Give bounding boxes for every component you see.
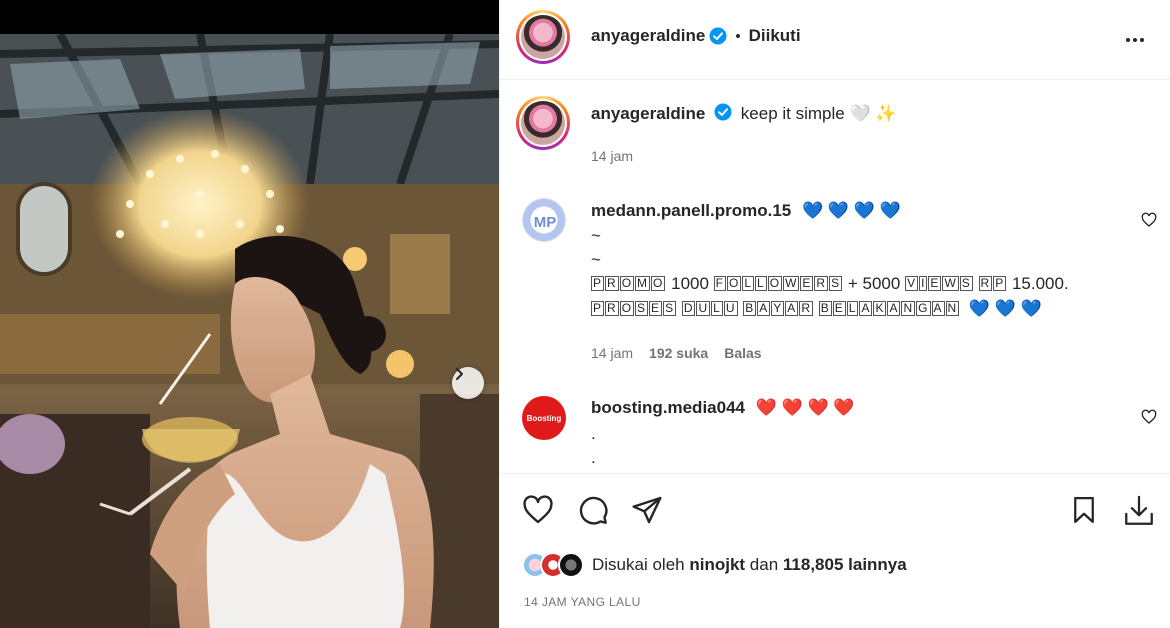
boxed-word: FOLLOWERS — [713, 276, 843, 291]
caption-time: 14 jam — [591, 148, 634, 164]
separator-dot: • — [735, 27, 741, 45]
caption-author-username[interactable]: anyageraldine — [591, 104, 705, 123]
comment-time: 14 jam — [591, 345, 634, 361]
bookmark-icon[interactable] — [1069, 494, 1099, 526]
post-media — [0, 0, 499, 628]
comments-list[interactable]: anyageraldine keep it simple 🤍 ✨ 14 jam … — [500, 81, 1170, 473]
likes-text: Disukai oleh nino​jkt dan 118,805 lainny… — [592, 555, 907, 575]
commenter-avatar[interactable]: MP — [522, 198, 566, 242]
svg-text:MP: MP — [534, 214, 557, 231]
likes-count[interactable]: 118,805 lainnya — [783, 555, 907, 574]
likes-prefix: Disukai oleh — [592, 555, 685, 574]
comment-hearts: ❤️ ❤️ ❤️ ❤️ — [755, 398, 855, 417]
download-icon[interactable] — [1122, 494, 1156, 528]
comment-line: ~ — [591, 250, 601, 269]
more-options-icon[interactable] — [1123, 28, 1147, 52]
boxed-word: BELAKANGAN — [818, 301, 960, 316]
comment-likes[interactable]: 192 suka — [649, 345, 708, 361]
comment-like-heart-icon[interactable] — [1141, 409, 1157, 425]
commenter-logo-text: Boosting — [526, 413, 562, 423]
liker-avatar[interactable] — [558, 552, 584, 578]
comment-header: medann.panell.promo.15 💙 💙 💙 💙 — [591, 199, 901, 223]
comment-icon[interactable] — [577, 494, 609, 526]
reply-button[interactable]: Balas — [724, 345, 761, 361]
boxed-word: PROMO — [591, 276, 666, 291]
author-avatar[interactable] — [516, 10, 570, 64]
post-timestamp[interactable]: 14 JAM YANG LALU — [524, 595, 641, 609]
following-button[interactable]: Diikuti — [749, 26, 801, 46]
caption: anyageraldine keep it simple 🤍 ✨ — [591, 102, 897, 126]
verified-badge-icon — [714, 103, 732, 121]
boxed-word: RP — [978, 276, 1007, 291]
post-actions: Disukai oleh nino​jkt dan 118,805 lainny… — [500, 473, 1170, 628]
post-header: anyageraldine • Diikuti — [500, 0, 1170, 80]
comment-line: . — [591, 448, 596, 467]
share-icon[interactable] — [631, 494, 663, 526]
boxed-word: PROSES — [591, 301, 677, 316]
boxed-word: DULU — [681, 301, 738, 316]
commenter-username[interactable]: boosting.media044 — [591, 398, 745, 417]
comment-hearts: 💙 💙 💙 💙 — [802, 201, 901, 220]
next-media-button[interactable] — [452, 367, 484, 399]
chevron-right-icon — [456, 368, 463, 380]
comment-like-heart-icon[interactable] — [1141, 212, 1157, 228]
commenter-username[interactable]: medann.panell.promo.15 — [591, 201, 791, 220]
comment-hearts: 💙 💙 💙 — [968, 299, 1042, 318]
likes-joiner: dan — [749, 555, 779, 574]
comment-header: boosting.media044 ❤️ ❤️ ❤️ ❤️ — [591, 396, 855, 420]
comment-line: ~ — [591, 226, 601, 245]
boxed-word: BAYAR — [743, 301, 813, 316]
post-photo — [0, 34, 499, 628]
photo-illustration — [0, 34, 499, 628]
comment-text: 1000 — [671, 274, 709, 293]
likes-summary: Disukai oleh nino​jkt dan 118,805 lainny… — [522, 552, 907, 578]
commenter-logo: MP — [534, 214, 557, 231]
liker-username[interactable]: nino​jkt — [689, 555, 745, 574]
caption-author-avatar[interactable] — [516, 96, 570, 150]
heart-icon[interactable] — [522, 494, 554, 526]
author-info: anyageraldine • Diikuti — [591, 26, 801, 46]
comment-text: 15.000. — [1011, 274, 1069, 293]
verified-badge-icon — [709, 27, 727, 45]
author-username[interactable]: anyageraldine — [591, 26, 705, 46]
commenter-avatar[interactable]: Boosting — [522, 396, 566, 440]
boxed-word: VIEWS — [905, 276, 973, 291]
comment-promo-line: PROSES DULU BAYAR BELAKANGAN 💙 💙 💙 — [591, 297, 1042, 321]
caption-text: keep it simple 🤍 ✨ — [740, 104, 897, 123]
post-details: anyageraldine • Diikuti anyageraldine ke… — [499, 0, 1170, 628]
comment-text: + 5000 — [847, 274, 901, 293]
comment-line: . — [591, 424, 596, 443]
comment-promo-line: PROMO 1000 FOLLOWERS + 5000 VIEWS RP 15.… — [591, 272, 1069, 296]
caption-meta: 14 jam — [591, 148, 633, 164]
comment-meta: 14 jam 192 suka Balas — [591, 345, 762, 361]
